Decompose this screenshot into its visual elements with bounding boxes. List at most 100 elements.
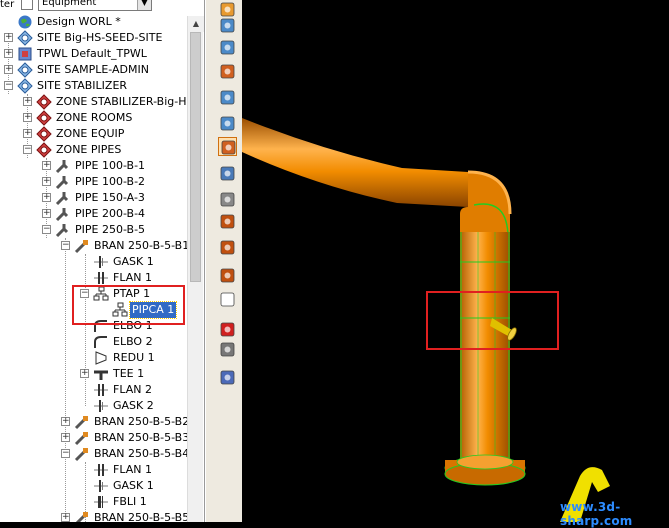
pan-icon[interactable]	[218, 164, 237, 183]
expand-icon[interactable]: +	[61, 513, 70, 522]
gasket-icon	[93, 254, 109, 270]
clip-plane-icon[interactable]	[218, 266, 237, 285]
tree-node[interactable]: + ZONE ROOMS	[0, 110, 186, 126]
zoom-icon[interactable]	[218, 114, 237, 133]
tree-node[interactable]: − ZONE PIPES	[0, 142, 186, 158]
tree-node[interactable]: GASK 1	[0, 478, 186, 494]
tree-node-label: TPWL Default_TPWL	[37, 47, 147, 60]
tree-node-label: GASK 1	[113, 255, 154, 268]
3d-viewport[interactable]	[242, 0, 669, 522]
collapse-icon[interactable]: −	[23, 145, 32, 154]
fly-icon[interactable]	[218, 190, 237, 209]
expand-icon[interactable]: +	[61, 417, 70, 426]
tree-node-label: SITE Big-HS-SEED-SITE	[37, 31, 163, 44]
fbli-icon	[93, 494, 109, 510]
collapse-icon[interactable]: −	[4, 81, 13, 90]
tree-node-label: GASK 2	[113, 399, 154, 412]
tree-node[interactable]: − BRAN 250-B-5-B1	[0, 238, 189, 254]
tree-node[interactable]: FLAN 1	[0, 462, 186, 478]
expand-icon[interactable]: +	[4, 49, 13, 58]
tree-node[interactable]: + ZONE EQUIP	[0, 126, 186, 142]
tree-node[interactable]: + PIPE 100-B-2	[0, 174, 186, 190]
collapse-icon[interactable]: −	[61, 241, 70, 250]
zoom-fit-icon[interactable]	[218, 38, 237, 57]
gasket-icon	[93, 478, 109, 494]
tree-node[interactable]: Design WORL *	[0, 14, 186, 30]
tree-node[interactable]: + PIPE 150-A-3	[0, 190, 186, 206]
tree-node-label: Design WORL *	[37, 15, 121, 28]
collapse-icon[interactable]: −	[61, 449, 70, 458]
tree-node[interactable]: + SITE SAMPLE-ADMIN	[0, 62, 186, 78]
clip-box-icon[interactable]	[218, 212, 237, 231]
world-icon	[17, 14, 33, 30]
filter-dropdown-value: Equipment	[42, 0, 97, 8]
filter-checkbox[interactable]	[21, 0, 33, 10]
expand-icon[interactable]: +	[42, 177, 51, 186]
pipe-icon	[55, 174, 71, 190]
tree-node[interactable]: + BRAN 250-B-5-B5	[0, 510, 189, 522]
orbit-icon[interactable]	[218, 62, 237, 81]
clip-ce-icon[interactable]	[218, 238, 237, 257]
expand-icon[interactable]: +	[23, 129, 32, 138]
expand-icon[interactable]: +	[61, 433, 70, 442]
tree-node[interactable]: + PIPE 200-B-4	[0, 206, 186, 222]
tree-node[interactable]: − PIPE 250-B-5	[0, 222, 186, 238]
expand-icon[interactable]: +	[80, 369, 89, 378]
zoom-window-icon[interactable]	[218, 16, 237, 35]
expand-icon[interactable]: +	[23, 113, 32, 122]
tree-node[interactable]: + TPWL Default_TPWL	[0, 46, 186, 62]
site-icon	[17, 30, 33, 46]
site-icon	[17, 78, 33, 94]
tree-node[interactable]: + BRAN 250-B-5-B2	[0, 414, 189, 430]
window-icon[interactable]	[218, 368, 237, 387]
collapse-icon[interactable]: −	[42, 225, 51, 234]
tree-node[interactable]: FLAN 1	[0, 270, 186, 286]
filter-bar: ter Equipment ▼	[0, 0, 190, 12]
tree-node[interactable]: + ZONE STABILIZER-Big-H	[0, 94, 187, 110]
tree-node-label: REDU 1	[113, 351, 155, 364]
tree-node[interactable]: − SITE STABILIZER	[0, 78, 186, 94]
tree-scrollbar[interactable]: ▲	[187, 16, 204, 522]
refresh-icon[interactable]	[218, 290, 237, 309]
tree-node[interactable]: − BRAN 250-B-5-B4	[0, 446, 189, 462]
tree-node[interactable]: + BRAN 250-B-5-B3	[0, 430, 189, 446]
chevron-down-icon[interactable]: ▼	[137, 0, 151, 10]
rotate-view-icon[interactable]	[218, 137, 237, 156]
tee-icon	[93, 366, 109, 382]
watermark: www.3d-sharp.com	[560, 500, 633, 528]
cluster-icon[interactable]	[218, 340, 237, 359]
zoom-in-out-icon[interactable]	[218, 88, 237, 107]
tree-node-label: BRAN 250-B-5-B1	[94, 239, 190, 252]
tree-node-label: FLAN 2	[113, 383, 152, 396]
tree-node[interactable]: + SITE Big-HS-SEED-SITE	[0, 30, 186, 46]
expand-icon[interactable]: +	[4, 33, 13, 42]
tree-node[interactable]: + TEE 1	[0, 366, 186, 382]
expand-icon[interactable]: +	[42, 161, 51, 170]
tree-node[interactable]: FLAN 2	[0, 382, 186, 398]
pipe-icon	[55, 222, 71, 238]
tree-node[interactable]: + PIPE 100-B-1	[0, 158, 186, 174]
site-icon	[17, 62, 33, 78]
design-explorer-panel: ter Equipment ▼ Design WORL * + SITE Big-H…	[0, 0, 205, 522]
reducer-icon	[93, 350, 109, 366]
highlight-box-tree	[72, 285, 185, 325]
gasket-icon	[93, 398, 109, 414]
scroll-thumb[interactable]	[190, 32, 201, 282]
tree-node[interactable]: ELBO 2	[0, 334, 186, 350]
tree-node-label: BRAN 250-B-5-B3	[94, 431, 190, 444]
tree-node[interactable]: GASK 2	[0, 398, 186, 414]
tree-node-label: FBLI 1	[113, 495, 147, 508]
scroll-up-arrow-icon[interactable]: ▲	[188, 16, 204, 32]
expand-icon[interactable]: +	[23, 97, 32, 106]
tree-node[interactable]: GASK 1	[0, 254, 186, 270]
tree-node[interactable]: REDU 1	[0, 350, 186, 366]
expand-icon[interactable]: +	[42, 209, 51, 218]
tree-node-label: SITE STABILIZER	[37, 79, 128, 92]
expand-icon[interactable]: +	[4, 65, 13, 74]
axes-icon[interactable]	[218, 320, 237, 339]
filter-dropdown[interactable]: Equipment ▼	[38, 0, 152, 11]
expand-icon[interactable]: +	[42, 193, 51, 202]
tree-node[interactable]: FBLI 1	[0, 494, 186, 510]
tree-node-label: ZONE ROOMS	[56, 111, 133, 124]
zone-icon	[36, 142, 52, 158]
